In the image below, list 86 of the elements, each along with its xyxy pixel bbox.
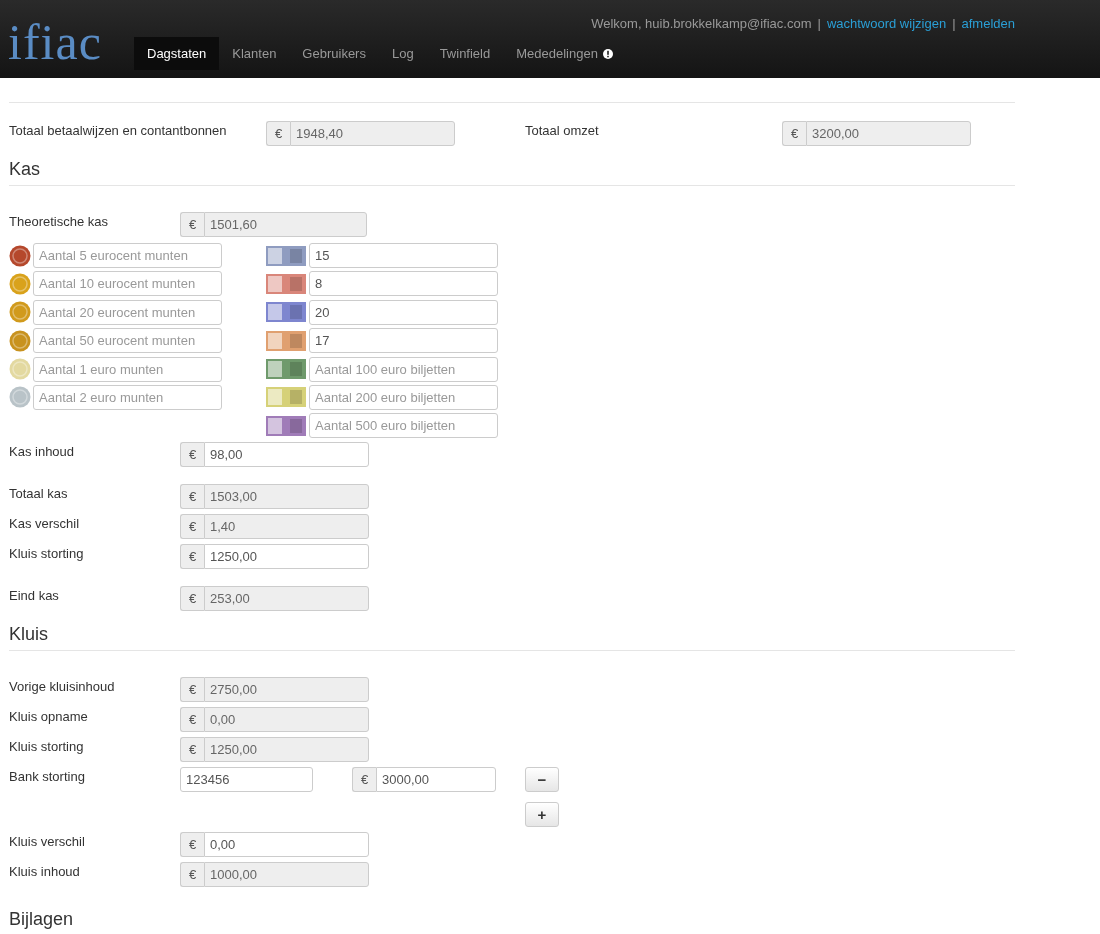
account-link[interactable]: wachtwoord wijzigen (826, 16, 947, 31)
currency-label: € (180, 832, 204, 858)
amount-field[interactable]: 1503,00 (204, 484, 369, 510)
banknote-icon (266, 244, 306, 267)
nav-tab[interactable]: Mededelingen (503, 37, 626, 70)
currency-label: € (180, 544, 204, 570)
count-field[interactable]: Aantal 1 euro munten (33, 356, 222, 382)
count-field[interactable]: Aantal 100 euro biljetten (309, 356, 498, 382)
currency-label: € (180, 442, 204, 468)
amount-field[interactable]: 98,00 (204, 442, 369, 468)
banknote-icon (266, 272, 306, 295)
amount-field[interactable]: 0,00 (204, 707, 369, 733)
field-label: Vorige kluisinhoud (9, 678, 116, 697)
field-label: Totaal omzet (525, 122, 600, 140)
nav-tab[interactable]: Klanten (219, 37, 290, 70)
count-field[interactable]: Aantal 200 euro biljetten (309, 384, 498, 410)
currency-label: € (180, 514, 204, 540)
banknote-icon (266, 358, 306, 381)
coin-icon (9, 244, 31, 267)
count-field[interactable]: Aantal 50 eurocent munten (33, 328, 222, 354)
currency-label: € (180, 707, 204, 733)
amount-field[interactable]: 0,00 (204, 832, 369, 858)
amount-field[interactable]: 3200,00 (806, 121, 971, 146)
count-field[interactable]: Aantal 2 euro munten (33, 384, 222, 410)
currency-label: € (180, 737, 204, 763)
nav-tab[interactable]: Twinfield (426, 37, 504, 70)
amount-field[interactable]: 1948,40 (290, 121, 455, 146)
nav-tab[interactable]: Gebruikers (289, 37, 379, 70)
amount-field[interactable]: 1250,00 (204, 544, 369, 570)
separator: | (817, 16, 821, 31)
account-link[interactable]: afmelden (961, 16, 1015, 31)
section-heading: Bijlagen (9, 909, 75, 930)
amount-field[interactable]: 3000,00 (376, 767, 496, 793)
section-heading: Kas (9, 159, 42, 179)
field-label: Totaal kas (9, 485, 69, 504)
currency-label: € (180, 677, 204, 703)
field-label: Bank storting (9, 768, 86, 787)
field-label: Kluis inhoud (9, 863, 81, 882)
nav-tab[interactable]: Dagstaten (134, 37, 220, 70)
currency-label: € (180, 586, 204, 612)
currency-label: € (180, 484, 204, 510)
field-label: Theoretische kas (9, 213, 109, 231)
section-heading: Kluis (9, 624, 49, 645)
count-field[interactable]: Aantal 500 euro biljetten (309, 413, 498, 439)
field-label: Kluis storting (9, 545, 85, 564)
count-field[interactable]: 15 (309, 243, 498, 268)
amount-field[interactable]: 1,40 (204, 514, 369, 540)
count-field[interactable]: Aantal 20 eurocent munten (33, 299, 222, 325)
remove-button[interactable]: − (525, 767, 559, 793)
count-field[interactable]: Aantal 10 eurocent munten (33, 271, 222, 297)
amount-field[interactable]: 1250,00 (204, 737, 369, 763)
field-label: Kas verschil (9, 515, 81, 534)
banknote-icon (266, 414, 306, 437)
field-label: Eind kas (9, 587, 60, 606)
currency-label: € (266, 121, 290, 146)
field-label: Kluis storting (9, 738, 85, 757)
currency-label: € (782, 121, 806, 146)
coin-icon (9, 358, 31, 381)
coin-icon (9, 301, 31, 324)
banknote-icon (266, 329, 306, 352)
logo-text[interactable]: ifiac (8, 14, 102, 70)
nav-tab[interactable]: Log (378, 37, 427, 70)
field-label: Kluis verschil (9, 833, 86, 852)
currency-label: € (180, 212, 204, 237)
banknote-icon (266, 301, 306, 324)
separator: | (952, 16, 956, 31)
banknote-icon (266, 386, 306, 409)
count-field[interactable]: 8 (309, 271, 498, 297)
field-label: Kluis opname (9, 708, 89, 727)
amount-field[interactable]: 253,00 (204, 586, 369, 612)
count-field[interactable]: Aantal 5 eurocent munten (33, 243, 222, 268)
count-field[interactable]: 20 (309, 299, 498, 325)
coin-icon (9, 386, 31, 409)
account-number-field[interactable]: 123456 (180, 767, 313, 793)
coin-icon (9, 329, 31, 352)
welcome-text: Welkom, huib.brokkelkamp@ifiac.com (591, 16, 812, 31)
amount-field[interactable]: 1501,60 (204, 212, 367, 237)
count-field[interactable]: 17 (309, 328, 498, 354)
amount-field[interactable]: 2750,00 (204, 677, 369, 703)
currency-label: € (352, 767, 376, 793)
add-button[interactable]: + (525, 802, 559, 828)
currency-label: € (180, 862, 204, 888)
field-label: Kas inhoud (9, 443, 76, 462)
field-label: Totaal betaalwijzen en contantbonnen (9, 122, 228, 140)
coin-icon (9, 272, 31, 295)
amount-field[interactable]: 1000,00 (204, 862, 369, 888)
